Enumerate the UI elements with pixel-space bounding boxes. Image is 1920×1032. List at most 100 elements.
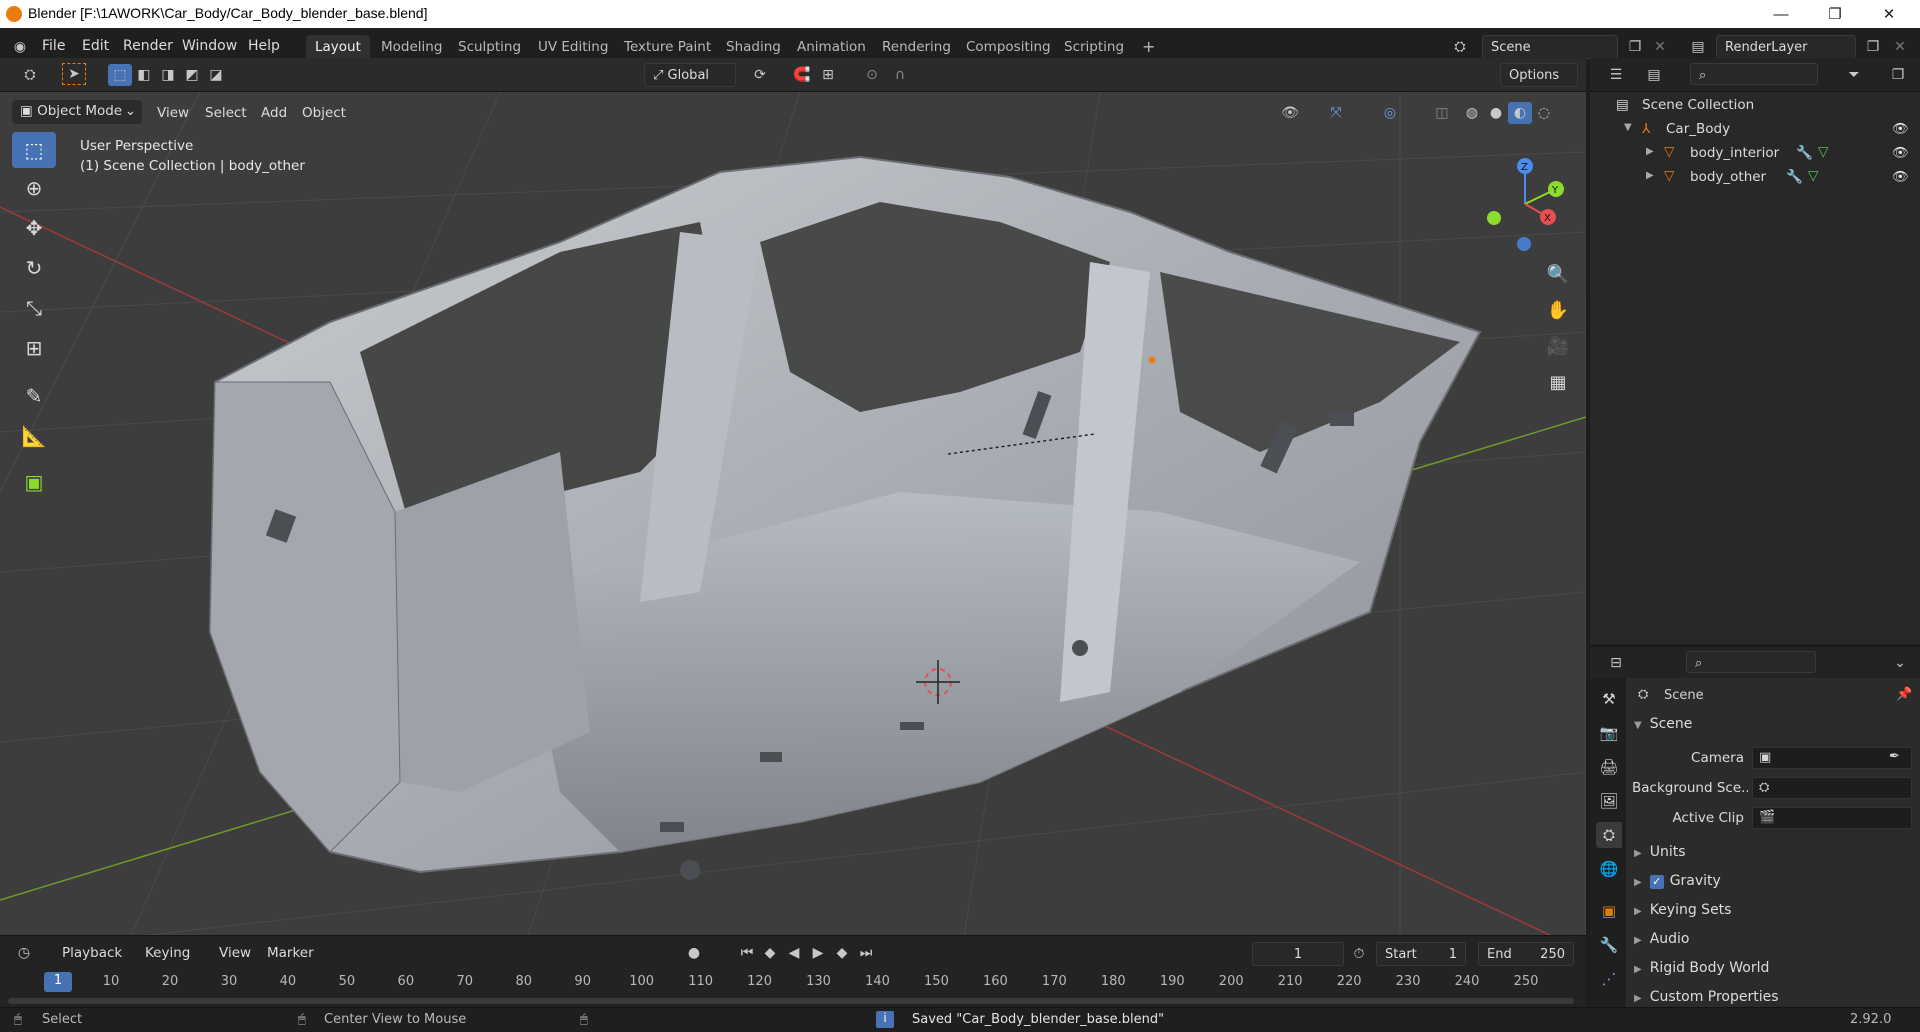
minimize-button[interactable]: — [1758,0,1804,28]
tab-sculpting[interactable]: Sculpting [449,35,530,59]
end-frame-field[interactable]: End 250 [1478,942,1574,966]
object-tab-icon[interactable]: ▣ [1596,898,1622,924]
eye-icon[interactable]: 👁 [1892,145,1909,161]
renderlayer-selector-icon[interactable]: ▤ [1686,36,1710,58]
menu-help[interactable]: Help [248,38,280,54]
delete-scene-icon[interactable]: ✕ [1648,36,1672,58]
delete-renderlayer-icon[interactable]: ✕ [1888,36,1912,58]
mesh-data-icon[interactable]: ▽ [1818,144,1828,160]
outliner-search-input[interactable]: ⌕ [1690,63,1818,85]
gravity-checkbox[interactable]: ✓ [1649,875,1664,889]
audio-panel-header[interactable]: ▶ Audio [1634,931,1912,957]
editor-type-icon[interactable]: ⛭ [18,64,42,86]
snap-target-icon[interactable]: ⊞ [816,64,840,86]
preview-range-icon[interactable]: ⏱ [1347,943,1371,965]
renderlayer-field[interactable]: RenderLayer [1716,35,1856,59]
transform-tool-icon[interactable]: ⊞ [12,330,56,366]
new-scene-icon[interactable]: ❐ [1623,36,1647,58]
annotate-tool-icon[interactable]: ✎ [12,378,56,414]
scene-tab-icon[interactable]: ⛭ [1596,822,1622,848]
material-shading-icon[interactable]: ◐ [1508,102,1532,124]
record-keyframe-icon[interactable]: ● [682,942,706,964]
tab-texture-paint[interactable]: Texture Paint [615,35,720,59]
select-new-icon[interactable]: ⬚ [108,64,132,86]
outliner-row-car-body[interactable]: ▼ ⅄ Car_Body 👁 [1590,118,1920,142]
timeline-menu-marker[interactable]: Marker [267,945,314,961]
outliner-row-body-other[interactable]: ▶ ▽ body_other 🔧 ▽ 👁 [1590,166,1920,190]
expand-right-icon[interactable]: ▶ [1646,146,1654,157]
modifier-wrench-icon[interactable]: 🔧 [1786,169,1803,185]
timeline-scrollbar[interactable] [8,998,1574,1004]
active-clip-field[interactable]: 🎬 [1752,807,1912,829]
tab-layout[interactable]: Layout [306,35,370,59]
tab-scripting[interactable]: Scripting [1055,35,1133,59]
outliner-row-scene-collection[interactable]: ▤ Scene Collection [1590,94,1920,118]
play-icon[interactable]: ▶ [806,942,830,964]
wireframe-shading-icon[interactable]: ◍ [1460,102,1484,124]
blender-menu-icon[interactable]: ◉ [8,36,32,58]
output-tab-icon[interactable]: 🖨 [1596,754,1622,780]
outliner-panel[interactable]: ▤ Scene Collection ▼ ⅄ Car_Body 👁 ▶ ▽ bo… [1590,92,1920,644]
new-collection-icon[interactable]: ❐ [1886,64,1910,86]
world-tab-icon[interactable]: 🌐 [1596,856,1622,882]
scene-panel-header[interactable]: ▼ Scene [1634,716,1912,742]
camera-view-icon[interactable]: 🎥 [1542,330,1574,362]
properties-search-input[interactable]: ⌕ [1686,651,1816,673]
menu-edit[interactable]: Edit [82,38,109,54]
editor-type-icon[interactable]: ◷ [12,942,36,964]
3d-viewport[interactable]: ▣ Object Mode ⌄ View Select Add Object 👁… [0,92,1586,935]
render-tab-icon[interactable]: 📷 [1596,720,1622,746]
modifiers-tab-icon[interactable]: 🔧 [1596,932,1622,958]
custom-properties-panel-header[interactable]: ▶ Custom Properties [1634,989,1912,1007]
snap-toggle-icon[interactable]: 🧲 [790,64,814,86]
current-frame-marker[interactable]: 1 [44,972,72,992]
viewport-menu-view[interactable]: View [157,105,189,121]
filter-icon[interactable]: ⏷ [1842,64,1866,86]
camera-field[interactable]: ▣ ✒ [1752,747,1912,769]
background-scene-field[interactable]: ⛭ [1752,777,1912,799]
pivot-point-icon[interactable]: ⟳ [748,64,772,86]
pan-hand-icon[interactable]: ✋ [1542,294,1574,326]
measure-tool-icon[interactable]: 📐 [12,418,56,454]
rigid-body-world-panel-header[interactable]: ▶ Rigid Body World [1634,960,1912,986]
next-keyframe-icon[interactable]: ◆ [830,942,854,964]
active-tool-icon[interactable]: ➤ [62,63,86,85]
tab-uv-editing[interactable]: UV Editing [529,35,617,59]
options-dropdown[interactable]: Options [1500,63,1578,87]
timeline-menu-keying[interactable]: Keying [145,945,190,961]
prev-keyframe-icon[interactable]: ◆ [758,942,782,964]
particles-tab-icon[interactable]: ⋰ [1596,966,1622,992]
modifier-wrench-icon[interactable]: 🔧 [1796,145,1813,161]
outliner-row-body-interior[interactable]: ▶ ▽ body_interior 🔧 ▽ 👁 [1590,142,1920,166]
visibility-icon[interactable]: 👁 [1278,102,1302,124]
mode-selector[interactable]: ▣ Object Mode ⌄ [12,100,142,124]
units-panel-header[interactable]: ▶ Units [1634,844,1912,870]
add-workspace-button[interactable]: + [1133,35,1164,59]
close-button[interactable]: ✕ [1866,0,1912,28]
start-frame-field[interactable]: Start 1 [1376,942,1466,966]
tab-animation[interactable]: Animation [788,35,875,59]
add-cube-tool-icon[interactable]: ▣ [12,464,56,500]
menu-window[interactable]: Window [182,38,237,54]
select-subtract-icon[interactable]: ◨ [156,64,180,86]
xray-toggle-icon[interactable]: ◫ [1430,102,1454,124]
viewport-menu-add[interactable]: Add [261,105,287,121]
select-intersect-icon[interactable]: ◪ [204,64,228,86]
overlays-toggle-icon[interactable]: ◎ [1378,102,1402,124]
falloff-icon[interactable]: ∩ [888,64,912,86]
tab-shading[interactable]: Shading [717,35,790,59]
select-extend-icon[interactable]: ◧ [132,64,156,86]
menu-file[interactable]: File [42,38,65,54]
timeline-editor[interactable]: ◷ Playback Keying View Marker ● ⏮ ◆ ◀ ▶ … [0,935,1586,1007]
menu-render[interactable]: Render [123,38,173,54]
gizmo-toggle-icon[interactable]: ⤧ [1324,102,1348,124]
view-layer-tab-icon[interactable]: 🖼 [1596,788,1622,814]
solid-shading-icon[interactable]: ● [1484,102,1508,124]
keying-sets-panel-header[interactable]: ▶ Keying Sets [1634,902,1912,928]
transform-orientation-dropdown[interactable]: ⤢ Global [644,63,736,87]
outliner-editor-type-icon[interactable]: ☰ [1604,64,1628,86]
scene-field[interactable]: Scene [1482,35,1618,59]
perspective-toggle-icon[interactable]: ▦ [1542,366,1574,398]
chevron-down-icon[interactable]: ⌄ [1888,652,1912,674]
scene-selector-icon[interactable]: ⛭ [1448,36,1472,58]
